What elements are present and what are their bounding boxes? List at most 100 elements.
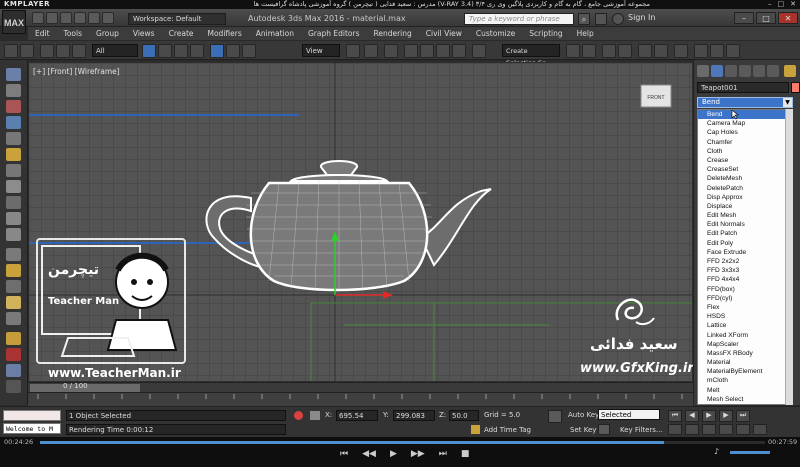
camera-icon[interactable] [6,164,21,177]
chevron-down-icon[interactable]: ▼ [783,98,792,107]
modifier-list-item[interactable]: Melt [698,386,792,395]
modifier-list-item[interactable]: MapScaler [698,340,792,349]
maximize-viewport-icon[interactable] [753,424,767,435]
select-and-scale-icon[interactable] [242,44,256,58]
display-icon[interactable] [6,84,21,97]
modify-tool-icon[interactable] [6,100,21,113]
modifier-list-item[interactable]: HSDS [698,312,792,321]
modifier-list[interactable]: Bend Camera Map Cap Holes Chamfer Cloth Creas… [697,109,793,405]
time-tag-icon[interactable] [471,425,480,434]
search-input[interactable]: Type a keyword or phrase [464,13,574,25]
bind-space-warp-icon[interactable] [72,44,86,58]
save-file-icon[interactable] [60,12,72,24]
pivot-center-icon[interactable] [346,44,360,58]
modifier-list-item[interactable]: DeletePatch [698,184,792,193]
modifier-list-item[interactable]: Material [698,358,792,367]
modifier-list-item[interactable]: Disp Approx [698,193,792,202]
utilities-icon[interactable] [6,196,21,209]
y-coordinate-field[interactable]: 299.083 [393,410,435,421]
modifier-list-item[interactable]: Displace [698,202,792,211]
user-icon[interactable] [612,13,624,25]
player-maximize-icon[interactable]: □ [778,0,785,9]
graphite-toolbar-icon[interactable] [618,44,632,58]
snaps-toggle-icon[interactable] [404,44,418,58]
teapot-object[interactable] [205,160,492,292]
go-to-end-icon[interactable]: ⏭ [736,410,750,422]
menu-tools[interactable]: Tools [57,27,89,40]
modify-tab-icon[interactable] [711,65,723,77]
modifier-list-item[interactable]: Linked XForm [698,331,792,340]
set-key-button[interactable]: Set Key [570,426,596,434]
sign-in-link[interactable]: Sign In [628,13,655,22]
helper-icon[interactable] [6,212,21,225]
player-prev-icon[interactable]: ⏮ [340,449,348,459]
modifier-list-dropdown[interactable]: Bend ▼ [697,97,793,108]
modifier-list-item[interactable]: Camera Map [698,119,792,128]
select-and-rotate-icon[interactable] [226,44,240,58]
select-and-move-icon[interactable] [210,44,224,58]
redo-icon[interactable] [88,12,100,24]
player-close-icon[interactable]: ✕ [790,0,796,9]
open-file-icon[interactable] [46,12,58,24]
named-selection-set-dropdown[interactable]: Create Selection Se [502,44,560,67]
maxscript-output[interactable]: Welcome to M [3,423,61,434]
modifier-list-item[interactable]: Edit Poly [698,239,792,248]
pan-icon[interactable] [719,424,733,435]
modifier-list-item[interactable]: Edit Mesh [698,211,792,220]
player-next-icon[interactable]: ⏭ [439,449,447,459]
link-icon[interactable] [40,44,54,58]
zoom-extents-icon[interactable] [702,424,716,435]
track-bar[interactable] [28,392,693,406]
modifier-list-item[interactable]: MeshSmooth [698,404,792,405]
undo-tool-icon[interactable] [4,44,18,58]
modifier-list-item[interactable]: Face Extrude [698,248,792,257]
select-and-manipulate-icon[interactable] [364,44,378,58]
modifier-list-item[interactable]: Mesh Select [698,395,792,404]
absolute-mode-icon[interactable] [310,411,320,420]
select-object-icon[interactable] [142,44,156,58]
vray-plane-icon[interactable] [6,312,21,325]
menu-group[interactable]: Group [89,27,126,40]
star-icon[interactable] [595,13,607,25]
hierarchy-icon[interactable] [6,116,21,129]
key-tangent-icon[interactable] [598,424,610,435]
vray-sphere-icon[interactable] [6,332,21,345]
modifier-list-item[interactable]: Flex [698,303,792,312]
select-by-name-icon[interactable] [158,44,172,58]
menu-edit[interactable]: Edit [28,27,57,40]
undo-icon[interactable] [74,12,86,24]
utilities-tab-icon[interactable] [767,65,779,77]
motion-icon[interactable] [6,132,21,145]
render-icon[interactable] [6,180,21,193]
close-button[interactable]: ✕ [778,12,798,24]
layer-manager-icon[interactable] [602,44,616,58]
edit-named-selection-icon[interactable] [472,44,486,58]
player-play-icon[interactable]: ▶ [390,449,397,459]
z-coordinate-field[interactable]: 50.0 [449,410,479,421]
modifier-list-item[interactable]: MaterialByElement [698,367,792,376]
menu-views[interactable]: Views [126,27,162,40]
modifier-list-item[interactable]: Edit Patch [698,229,792,238]
new-file-icon[interactable] [32,12,44,24]
window-crossing-icon[interactable] [190,44,204,58]
curve-editor-icon[interactable] [638,44,652,58]
application-button[interactable]: MAX [2,10,26,34]
motion-tab-icon[interactable] [739,65,751,77]
modifier-list-item[interactable]: MassFX RBody [698,349,792,358]
player-minimize-icon[interactable]: – [768,0,772,9]
object-name-field[interactable]: Teapot001 [697,82,789,93]
spinner-snap-icon[interactable] [452,44,466,58]
menu-animation[interactable]: Animation [249,27,301,40]
x-coordinate-field[interactable]: 695.54 [336,410,378,421]
vray-fur-icon[interactable] [6,296,21,309]
go-to-start-icon[interactable]: ⏮ [668,410,682,422]
workspace-dropdown[interactable]: Workspace: Default [128,13,226,25]
scene-explorer-icon[interactable] [6,68,21,81]
vray-light-icon[interactable] [6,248,21,261]
maximize-button[interactable]: □ [756,12,776,24]
space-warp-icon[interactable] [6,228,21,241]
vray-sun-icon[interactable] [6,264,21,277]
modifier-list-item[interactable]: Crease [698,156,792,165]
rectangular-selection-icon[interactable] [174,44,188,58]
menu-graph-editors[interactable]: Graph Editors [301,27,367,40]
